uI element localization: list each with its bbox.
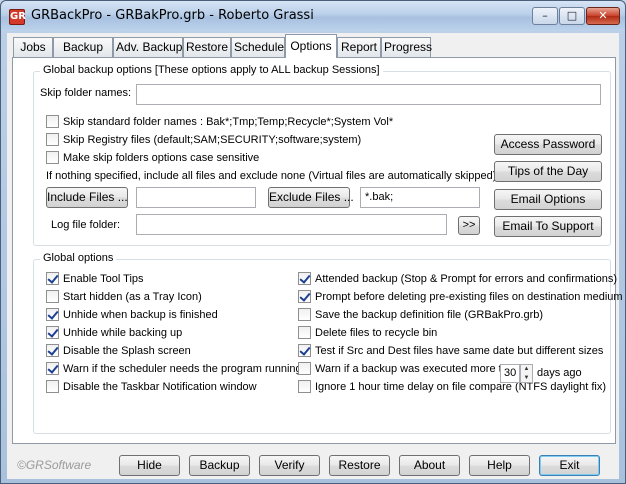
tips-of-the-day-button[interactable]: Tips of the Day	[494, 161, 602, 182]
backup-button[interactable]: Backup	[189, 455, 250, 476]
brand-label: ©GRSoftware	[17, 458, 92, 472]
about-button[interactable]: About	[399, 455, 460, 476]
days-spinner[interactable]: ▲ ▼	[520, 364, 533, 383]
email-options-button[interactable]: Email Options	[494, 189, 602, 210]
log-folder-input[interactable]	[136, 214, 447, 235]
exclude-files-button[interactable]: Exclude Files ...	[268, 187, 354, 208]
include-files-button[interactable]: Include Files ...	[46, 187, 128, 208]
option-checkbox[interactable]: Warn if the scheduler needs the program …	[46, 362, 302, 376]
close-button[interactable]: ✕	[586, 7, 620, 25]
option-checkbox[interactable]: Disable the Taskbar Notification window	[46, 380, 257, 394]
checkbox-label: Test if Src and Dest files have same dat…	[315, 345, 604, 357]
restore-button[interactable]: Restore	[329, 455, 390, 476]
skip-registry-checkbox[interactable]: Skip Registry files (default;SAM;SECURIT…	[46, 133, 361, 147]
checkbox-label: Attended backup (Stop & Prompt for error…	[315, 273, 618, 285]
warn-days-input[interactable]: 30	[500, 364, 520, 383]
spin-up-icon[interactable]: ▲	[521, 365, 532, 374]
case-sensitive-checkbox[interactable]: Make skip folders options case sensitive	[46, 151, 259, 165]
checkbox-box[interactable]	[46, 290, 59, 303]
include-files-input[interactable]	[136, 187, 256, 208]
global-options-group: Global options Enable Tool Tips Start hid…	[33, 252, 623, 434]
checkbox-label: Make skip folders options case sensitive	[63, 152, 260, 164]
log-folder-label: Log file folder:	[51, 219, 121, 231]
checkbox-checked[interactable]	[298, 344, 311, 357]
access-password-button[interactable]: Access Password	[494, 134, 602, 155]
tab-jobs[interactable]: Jobs	[13, 37, 53, 57]
checkbox-checked[interactable]	[298, 290, 311, 303]
group-title: Global backup options [These options app…	[40, 64, 383, 76]
option-checkbox[interactable]: Unhide while backing up	[46, 326, 182, 340]
option-checkbox[interactable]: Warn if a backup was executed more than	[298, 362, 520, 376]
checkbox-label: Warn if the scheduler needs the program …	[63, 363, 302, 375]
checkbox-checked[interactable]	[298, 272, 311, 285]
email-to-support-button[interactable]: Email To Support	[494, 216, 602, 237]
option-checkbox[interactable]: Enable Tool Tips	[46, 272, 144, 286]
checkbox-label: Ignore 1 hour time delay on file compare…	[315, 381, 607, 393]
minimize-button[interactable]: –	[532, 7, 558, 25]
window-title: GRBackPro - GRBakPro.grb - Roberto Grass…	[31, 8, 314, 23]
title-bar[interactable]: GR GRBackPro - GRBakPro.grb - Roberto Gr…	[1, 1, 625, 31]
checkbox-label: Disable the Taskbar Notification window	[63, 381, 257, 393]
checkbox-label: Prompt before deleting pre-existing file…	[315, 291, 623, 303]
maximize-button[interactable]: □	[559, 7, 585, 25]
checkbox-label: Delete files to recycle bin	[315, 327, 438, 339]
help-button[interactable]: Help	[469, 455, 530, 476]
option-checkbox[interactable]: Start hidden (as a Tray Icon)	[46, 290, 202, 304]
skip-folder-label: Skip folder names:	[40, 87, 132, 99]
exclude-files-input[interactable]: *.bak;	[360, 187, 480, 208]
checkbox-label: Unhide when backup is finished	[63, 309, 218, 321]
checkbox-label: Start hidden (as a Tray Icon)	[63, 291, 202, 303]
checkbox-label: Warn if a backup was executed more than	[315, 363, 521, 375]
spin-down-icon[interactable]: ▼	[521, 374, 532, 383]
checkbox-box[interactable]	[46, 151, 59, 164]
option-checkbox[interactable]: Test if Src and Dest files have same dat…	[298, 344, 603, 358]
option-checkbox[interactable]: Prompt before deleting pre-existing file…	[298, 290, 623, 304]
tab-progress[interactable]: Progress	[381, 37, 432, 57]
checkbox-label: Save the backup definition file (GRBakPr…	[315, 309, 544, 321]
checkbox-label: Disable the Splash screen	[63, 345, 191, 357]
option-checkbox[interactable]: Unhide when backup is finished	[46, 308, 218, 322]
checkbox-label: Enable Tool Tips	[63, 273, 144, 285]
checkbox-box[interactable]	[298, 380, 311, 393]
app-window: GR GRBackPro - GRBakPro.grb - Roberto Gr…	[0, 0, 626, 484]
verify-button[interactable]: Verify	[259, 455, 320, 476]
exit-button[interactable]: Exit	[539, 455, 600, 476]
checkbox-box[interactable]	[46, 133, 59, 146]
checkbox-box[interactable]	[298, 326, 311, 339]
tab-backup[interactable]: Backup	[53, 37, 113, 57]
checkbox-box[interactable]	[46, 115, 59, 128]
option-checkbox[interactable]: Save the backup definition file (GRBakPr…	[298, 308, 543, 322]
checkbox-checked[interactable]	[46, 344, 59, 357]
tab-adv-backup[interactable]: Adv. Backup	[113, 37, 183, 57]
checkbox-checked[interactable]	[46, 326, 59, 339]
checkbox-checked[interactable]	[46, 272, 59, 285]
skip-folder-input[interactable]	[136, 84, 601, 105]
global-backup-options-group: Global backup options [These options app…	[33, 64, 611, 246]
option-checkbox[interactable]: Delete files to recycle bin	[298, 326, 437, 340]
include-exclude-note: If nothing specified, include all files …	[46, 170, 497, 182]
option-checkbox[interactable]: Attended backup (Stop & Prompt for error…	[298, 272, 617, 286]
tab-schedule[interactable]: Schedule	[231, 37, 285, 57]
skip-standard-checkbox[interactable]: Skip standard folder names : Bak*;Tmp;Te…	[46, 115, 393, 129]
checkbox-box[interactable]	[46, 380, 59, 393]
hide-button[interactable]: Hide	[119, 455, 180, 476]
checkbox-box[interactable]	[298, 362, 311, 375]
checkbox-label: Unhide while backing up	[63, 327, 183, 339]
days-ago-label: days ago	[537, 367, 582, 379]
tab-options[interactable]: Options	[285, 34, 337, 58]
client-area: Jobs Backup Adv. Backup Restore Schedule…	[7, 33, 623, 479]
option-checkbox[interactable]: Disable the Splash screen	[46, 344, 191, 358]
tab-restore[interactable]: Restore	[183, 37, 231, 57]
app-logo-icon: GR	[9, 9, 26, 25]
checkbox-checked[interactable]	[46, 308, 59, 321]
browse-log-folder-button[interactable]: >>	[458, 216, 480, 235]
option-checkbox[interactable]: Ignore 1 hour time delay on file compare…	[298, 380, 606, 394]
tab-report[interactable]: Report	[337, 37, 381, 57]
options-panel: Global backup options [These options app…	[12, 57, 623, 444]
checkbox-label: Skip Registry files (default;SAM;SECURIT…	[63, 134, 362, 146]
group-title: Global options	[40, 252, 117, 264]
checkbox-label: Skip standard folder names : Bak*;Tmp;Te…	[63, 116, 394, 128]
checkbox-box[interactable]	[298, 308, 311, 321]
checkbox-checked[interactable]	[46, 362, 59, 375]
